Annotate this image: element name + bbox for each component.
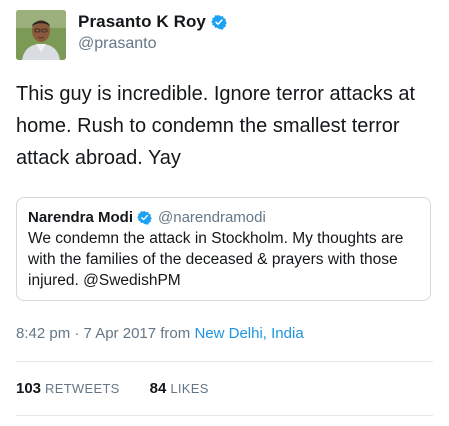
tweet-timestamp[interactable]: 8:42 pm · 7 Apr 2017 from bbox=[16, 325, 194, 342]
quoted-author-name: Narendra Modi bbox=[28, 208, 134, 226]
retweets-stat[interactable]: 103 RETWEETS bbox=[16, 380, 120, 397]
author-display-name[interactable]: Prasanto K Roy bbox=[78, 12, 206, 32]
tweet-location-link[interactable]: New Delhi, India bbox=[194, 325, 303, 342]
quoted-tweet-text: We condemn the attack in Stockholm. My t… bbox=[28, 230, 404, 289]
tweet-header: Prasanto K Roy @prasanto bbox=[16, 10, 227, 62]
retweets-count: 103 bbox=[16, 380, 42, 397]
tweet-stats: 103 RETWEETS 84 LIKES bbox=[16, 380, 239, 397]
author-handle[interactable]: @prasanto bbox=[78, 35, 227, 53]
author-name-row: Prasanto K Roy bbox=[78, 11, 227, 33]
likes-count: 84 bbox=[149, 380, 167, 397]
verified-badge-icon bbox=[137, 210, 152, 225]
profile-photo-icon bbox=[16, 10, 66, 60]
quoted-author-handle: @narendramodi bbox=[158, 208, 266, 226]
avatar[interactable] bbox=[16, 10, 66, 60]
quoted-tweet-header: Narendra Modi @narendramodi bbox=[28, 207, 419, 227]
retweets-label: RETWEETS bbox=[45, 381, 120, 396]
divider bbox=[16, 415, 433, 416]
tweet-text: This guy is incredible. Ignore terror at… bbox=[16, 83, 416, 169]
divider bbox=[16, 361, 433, 362]
likes-stat[interactable]: 84 LIKES bbox=[150, 380, 209, 397]
quoted-tweet[interactable]: Narendra Modi @narendramodi We condemn t… bbox=[16, 197, 431, 301]
likes-label: LIKES bbox=[170, 381, 209, 396]
tweet-meta: 8:42 pm · 7 Apr 2017 from New Delhi, Ind… bbox=[16, 325, 304, 342]
tweet-card: Prasanto K Roy @prasanto This guy is inc… bbox=[0, 0, 449, 426]
verified-badge-icon bbox=[211, 14, 227, 30]
author-names: Prasanto K Roy @prasanto bbox=[78, 10, 227, 53]
